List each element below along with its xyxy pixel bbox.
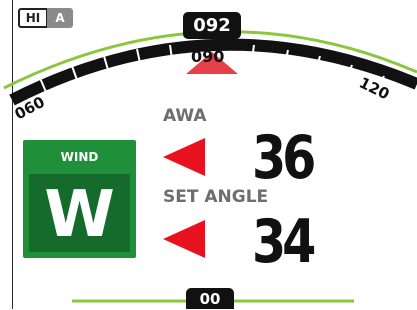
set-angle-label: SET ANGLE: [163, 187, 269, 207]
mode-hi-indicator[interactable]: HI: [18, 8, 48, 28]
heading-readout: 092: [183, 12, 241, 39]
awa-label: AWA: [163, 106, 207, 126]
wind-mode-button[interactable]: WIND W: [23, 140, 136, 258]
awa-port-arrow-icon: [163, 138, 205, 176]
heading-marker-label: 090: [191, 47, 224, 66]
rudder-readout: 00: [186, 288, 234, 309]
mode-auto-indicator[interactable]: A: [47, 8, 73, 28]
wind-mode-panel: W: [29, 174, 130, 252]
wind-mode-title: WIND: [60, 150, 99, 164]
wind-mode-letter: W: [44, 178, 115, 252]
set-angle-port-arrow-icon: [163, 220, 205, 258]
set-angle-value: 34: [252, 207, 316, 277]
awa-value: 36: [252, 123, 316, 193]
